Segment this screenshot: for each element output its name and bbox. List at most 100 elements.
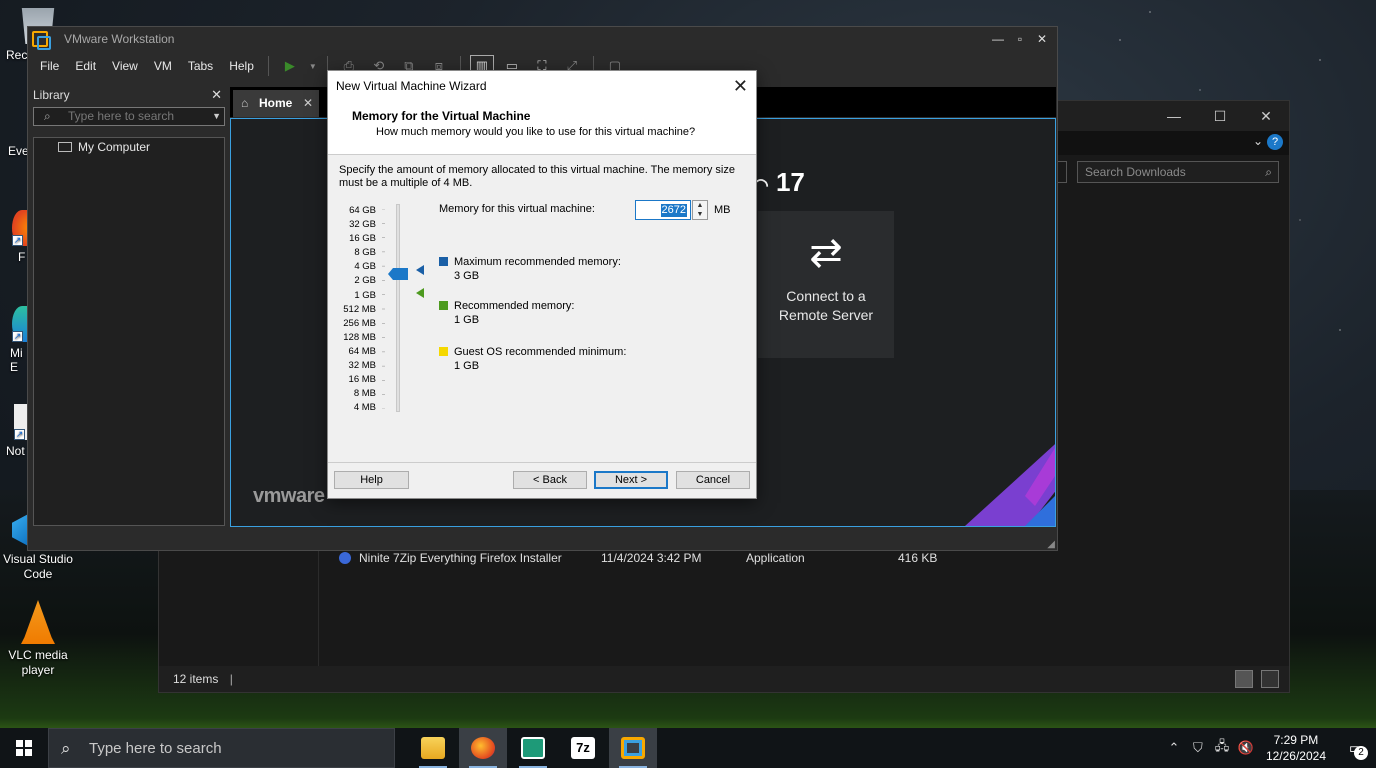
scale-label: 8 MB (353, 388, 376, 400)
scale-label: 16 MB (348, 374, 376, 386)
power-on-icon[interactable]: ▶ (278, 55, 302, 77)
explorer-status-bar: 12 items | (159, 666, 1289, 692)
clock[interactable]: 7:29 PM 12/26/2024 (1266, 732, 1326, 764)
close-icon[interactable]: ✕ (211, 85, 222, 105)
legend-swatch-green (439, 301, 448, 310)
clock-time: 7:29 PM (1273, 733, 1319, 747)
maximize-icon[interactable]: ☐ (1197, 101, 1243, 131)
notification-center-button[interactable]: ▭ 2 (1336, 728, 1376, 768)
close-icon[interactable]: ✕ (1243, 101, 1289, 131)
close-icon[interactable]: ✕ (1031, 27, 1053, 51)
wizard-titlebar: New Virtual Machine Wizard ✕ (328, 71, 756, 101)
taskbar-7zip[interactable]: 7z (559, 728, 607, 768)
scale-label: 4 GB (354, 261, 376, 273)
library-title: Library (33, 88, 70, 102)
chevron-down-icon[interactable]: ▼ (212, 108, 221, 125)
cancel-button[interactable]: Cancel (676, 471, 750, 489)
menu-file[interactable]: File (32, 59, 67, 73)
menu-tabs[interactable]: Tabs (180, 59, 221, 73)
scale-label: 8 GB (354, 247, 376, 259)
file-size: 416 KB (898, 551, 938, 565)
file-type: Application (746, 551, 805, 565)
spin-up-icon[interactable]: ▲ (693, 201, 707, 210)
taskbar-search-input[interactable]: ⌕ Type here to search (48, 728, 395, 768)
scale-label: 16 GB (349, 233, 376, 245)
memory-slider-track[interactable] (396, 204, 400, 412)
scale-label: 256 MB (343, 317, 376, 329)
windows-logo-icon (16, 740, 32, 756)
file-date: 11/4/2024 3:42 PM (601, 551, 702, 565)
notepad-icon: ↗ (14, 404, 28, 440)
scale-label: 1 GB (354, 289, 376, 301)
recommended-marker (416, 288, 424, 298)
file-name: Ninite 7Zip Everything Firefox Installer (359, 551, 562, 565)
close-icon[interactable]: ✕ (733, 71, 748, 101)
computer-icon (58, 142, 72, 152)
library-search-input[interactable]: ⌕ Type here to search ▼ (33, 107, 225, 126)
taskbar-file-explorer[interactable] (409, 728, 457, 768)
desktop-icon-label: VLC media player (8, 648, 68, 677)
minimize-icon[interactable]: — (1151, 101, 1197, 131)
taskbar-vmware[interactable] (609, 728, 657, 768)
legend-swatch-blue (439, 257, 448, 266)
scale-label: 32 GB (349, 219, 376, 231)
clock-date: 12/26/2024 (1265, 749, 1326, 763)
search-placeholder: Search Downloads (1085, 165, 1186, 179)
menu-view[interactable]: View (104, 59, 146, 73)
product-version: ◠ 17 (753, 167, 805, 197)
spin-down-icon[interactable]: ▼ (693, 210, 707, 219)
firefox-icon (471, 737, 495, 759)
volume-muted-icon[interactable]: 🔇 (1234, 740, 1258, 756)
menu-edit[interactable]: Edit (67, 59, 104, 73)
next-button[interactable]: Next > (594, 471, 668, 489)
tree-item-my-computer[interactable]: My Computer (34, 138, 224, 154)
menu-help[interactable]: Help (221, 59, 262, 73)
network-icon[interactable]: 🖧 (1210, 737, 1234, 759)
connect-remote-server-card[interactable]: ⇄ Connect to a Remote Server (758, 211, 894, 358)
tab-home[interactable]: ⌂ Home ✕ (233, 90, 319, 117)
item-count: 12 items (173, 672, 219, 686)
maximize-icon[interactable]: ▫ (1009, 27, 1031, 51)
swap-arrows-icon: ⇄ (809, 231, 843, 275)
taskbar-firefox[interactable] (459, 728, 507, 768)
minimize-icon[interactable]: — (987, 27, 1009, 51)
chevron-down-icon[interactable]: ▼ (308, 55, 318, 77)
back-button[interactable]: < Back (513, 471, 587, 489)
help-icon[interactable]: ? (1267, 134, 1283, 150)
chevron-up-icon[interactable]: ⌃ (1162, 740, 1186, 756)
new-vm-wizard-dialog: New Virtual Machine Wizard ✕ Memory for … (327, 70, 757, 499)
scale-label: 512 MB (343, 303, 376, 315)
search-placeholder: Type here to search (68, 109, 175, 123)
legend-value: 1 GB (454, 360, 480, 372)
legend-value: 1 GB (454, 314, 480, 326)
status-divider: | (229, 672, 233, 686)
legend-recommended: Recommended memory: 1 GB (439, 299, 574, 327)
desktop-icon-label: Visual Studio Code (3, 552, 73, 581)
explorer-search-input[interactable]: Search Downloads ⌕ (1077, 161, 1279, 183)
chevron-down-icon[interactable]: ⌄ (1253, 134, 1263, 148)
defender-icon[interactable]: ⛉ (1186, 740, 1210, 756)
legend-guest-minimum: Guest OS recommended minimum: 1 GB (439, 345, 626, 373)
file-list-row[interactable]: Ninite 7Zip Everything Firefox Installer… (339, 548, 1139, 568)
vlc-icon (21, 600, 55, 644)
desktop-icon-vlc[interactable]: VLC media player (0, 600, 76, 678)
close-icon[interactable]: ✕ (303, 90, 313, 117)
memory-spinner[interactable]: ▲ ▼ (692, 200, 708, 220)
wizard-header: Memory for the Virtual Machine How much … (328, 101, 756, 155)
resize-grip-icon[interactable]: ◢ (1047, 539, 1055, 550)
memory-slider-thumb[interactable] (388, 268, 408, 280)
start-button[interactable] (0, 728, 48, 768)
help-button[interactable]: Help (334, 471, 409, 489)
scale-label: 128 MB (343, 331, 376, 343)
taskbar-remote-app[interactable] (509, 728, 557, 768)
scale-label: 2 GB (354, 275, 376, 287)
details-view-button[interactable] (1235, 670, 1253, 688)
search-icon: ⌕ (1265, 165, 1272, 179)
menu-vm[interactable]: VM (146, 59, 180, 73)
system-tray: ⌃ ⛉ 🖧 🔇 7:29 PM 12/26/2024 ▭ 2 (1162, 728, 1376, 768)
search-icon: ⌕ (61, 739, 71, 758)
installer-icon (339, 552, 351, 564)
memory-input[interactable]: 2672 (635, 200, 691, 220)
tiles-view-button[interactable] (1261, 670, 1279, 688)
vmware-titlebar: VMware Workstation — ▫ ✕ (28, 27, 1057, 51)
